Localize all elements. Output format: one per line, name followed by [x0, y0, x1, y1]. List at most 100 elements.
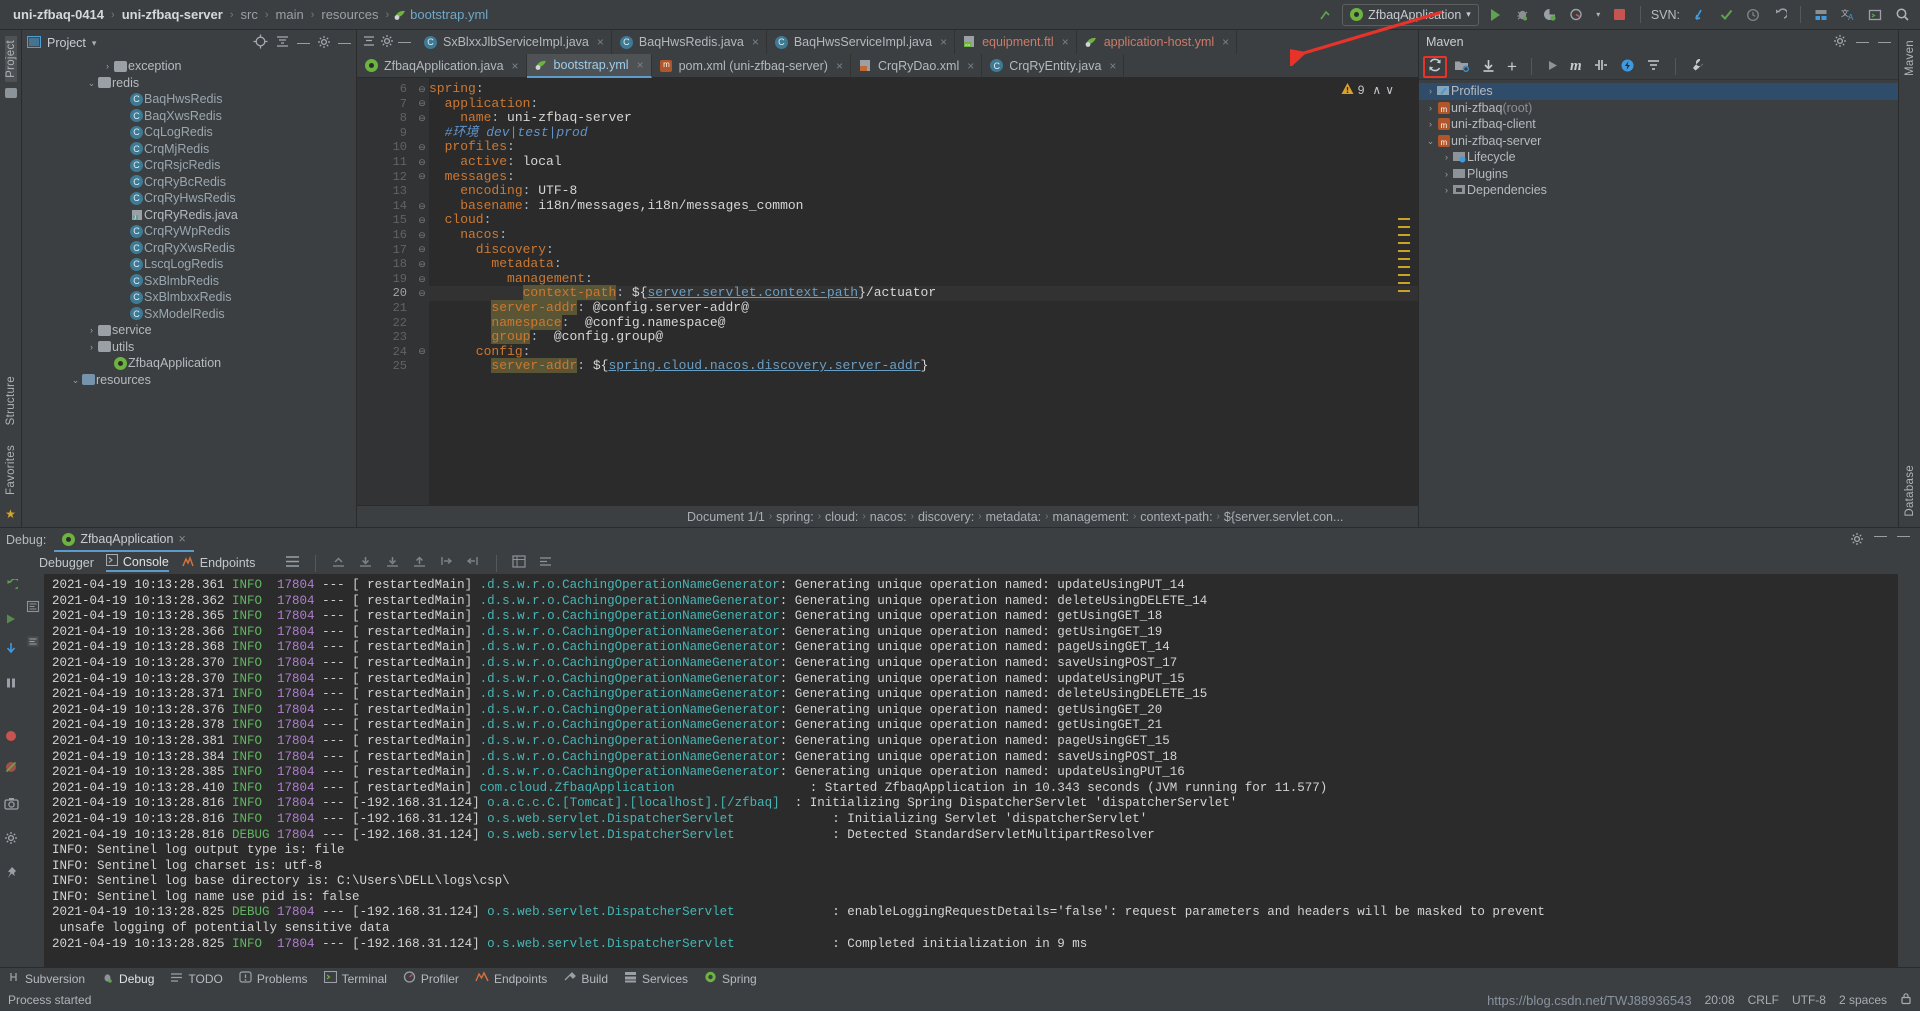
profile-icon[interactable]	[1567, 5, 1587, 25]
prev-warning-icon[interactable]: ∧	[1372, 83, 1381, 97]
fold-marker[interactable]	[415, 330, 429, 345]
tree-row[interactable]: C CrqRyWpRedis	[22, 223, 356, 240]
settings-icon[interactable]	[4, 831, 18, 848]
run-icon[interactable]	[1546, 59, 1559, 75]
project-file-tree[interactable]: › exception ⌄ redis C BaqHwsRedis C BaqXwsR…	[22, 56, 356, 527]
editor-tab[interactable]: CrqRyDao.xml ×	[851, 53, 983, 78]
tab-console[interactable]: Console	[105, 553, 169, 572]
fold-marker[interactable]: ⊖	[415, 111, 429, 126]
maven-tree-row[interactable]: › Dependencies	[1419, 182, 1898, 199]
bottom-bar-item-services[interactable]: Services	[624, 971, 688, 986]
next-warning-icon[interactable]: ∨	[1385, 83, 1394, 97]
maven-tree-row[interactable]: › Profiles	[1419, 83, 1898, 100]
breakpoints-icon[interactable]	[4, 729, 18, 746]
force-step-into-icon[interactable]	[412, 555, 427, 571]
settings-icon[interactable]	[1833, 34, 1847, 51]
download-sources-icon[interactable]	[1481, 58, 1496, 76]
tree-row[interactable]: C CrqRyXwsRedis	[22, 240, 356, 257]
bottom-bar-item-terminal[interactable]: Terminal	[323, 970, 387, 986]
rail-item-structure[interactable]: Structure	[5, 372, 17, 429]
tab-endpoints[interactable]: Endpoints	[181, 555, 255, 571]
fold-marker[interactable]	[415, 359, 429, 374]
execute-maven-goal-icon[interactable]: m	[1570, 58, 1582, 75]
expand-arrow[interactable]: ›	[86, 339, 97, 356]
collapse-all-icon[interactable]	[275, 34, 290, 52]
breadcrumb-item[interactable]: uni-zfbaq-0414	[10, 7, 107, 22]
status-indent[interactable]: 2 spaces	[1839, 993, 1887, 1007]
expand-arrow[interactable]: ›	[1441, 166, 1452, 183]
status-crumb[interactable]: metadata:	[986, 510, 1042, 524]
editor-tab[interactable]: pom.xml (uni-zfbaq-server) ×	[652, 53, 851, 78]
bottom-bar-item-debug[interactable]: Debug	[101, 971, 154, 987]
expand-arrow[interactable]: ›	[1425, 116, 1436, 133]
rail-item-favorites[interactable]: Favorites	[5, 441, 17, 499]
fold-marker[interactable]: ⊖	[415, 272, 429, 287]
code-folding-gutter[interactable]: ⊖ ⊖ ⊖ ⊖ ⊖ ⊖ ⊖ ⊖ ⊖ ⊖ ⊖ ⊖ ⊖ ⊖	[415, 78, 429, 505]
editor-marker-scrollbar[interactable]	[1398, 78, 1410, 505]
maven-tree-row[interactable]: › uni-zfbaq-client	[1419, 116, 1898, 135]
lock-icon[interactable]	[1900, 992, 1912, 1008]
expand-arrow[interactable]: ⌄	[86, 75, 97, 92]
run-configuration-selector[interactable]: ZfbaqApplication ▾	[1342, 3, 1479, 26]
locate-icon[interactable]	[253, 34, 268, 52]
tree-row[interactable]: C BaqXwsRedis	[22, 108, 356, 125]
editor-tab[interactable]: C BaqHwsRedis.java ×	[612, 30, 767, 54]
rail-item-maven[interactable]: Maven	[1904, 36, 1916, 80]
coverage-icon[interactable]	[1540, 5, 1560, 25]
step-into-icon[interactable]	[385, 555, 400, 571]
tree-row[interactable]: C CrqMjRedis	[22, 141, 356, 158]
bottom-bar-item-subversion[interactable]: Subversion	[8, 971, 85, 986]
tree-row[interactable]: C CrqRsjcRedis	[22, 157, 356, 174]
breadcrumb-item[interactable]: bootstrap.yml	[407, 7, 491, 22]
close-icon[interactable]: ×	[1062, 35, 1069, 49]
fold-marker[interactable]: ⊖	[415, 155, 429, 170]
translate-icon[interactable]: 文A	[1838, 5, 1858, 25]
bottom-bar-item-problems[interactable]: Problems	[239, 971, 308, 986]
tree-row[interactable]: C CqLogRedis	[22, 124, 356, 141]
step-over-icon[interactable]	[358, 555, 373, 571]
collapse-all-icon[interactable]	[1646, 58, 1661, 76]
tree-row[interactable]: C CrqRyHwsRedis	[22, 190, 356, 207]
status-crumb[interactable]: cloud:	[825, 510, 858, 524]
close-icon[interactable]: ×	[597, 35, 604, 49]
collapse-all-icon[interactable]	[362, 34, 376, 51]
breadcrumb-item[interactable]: uni-zfbaq-server	[119, 7, 226, 22]
fold-marker[interactable]: ⊖	[415, 228, 429, 243]
terminal-icon[interactable]	[1865, 5, 1885, 25]
tree-row[interactable]: C SxBlmbxxRedis	[22, 289, 356, 306]
console-scroll-end-icon[interactable]	[26, 600, 40, 616]
maven-tree-row[interactable]: › Lifecycle	[1419, 149, 1898, 166]
settings-icon[interactable]	[1850, 532, 1864, 549]
plus-icon[interactable]: +	[1507, 58, 1517, 75]
close-icon[interactable]: ×	[967, 59, 974, 73]
minimize-icon[interactable]: —	[297, 36, 310, 49]
status-crumb[interactable]: spring:	[776, 510, 814, 524]
maven-tree-row[interactable]: › uni-zfbaq (root)	[1419, 100, 1898, 119]
breadcrumb-item[interactable]: src	[238, 7, 261, 22]
tree-row[interactable]: › utils	[22, 339, 356, 356]
expand-arrow[interactable]: ⌄	[70, 372, 81, 389]
status-line-separator[interactable]: CRLF	[1748, 993, 1779, 1007]
svn-revert-icon[interactable]	[1770, 5, 1790, 25]
rail-item-project[interactable]: Project	[4, 36, 17, 82]
evaluate-icon[interactable]	[466, 555, 481, 571]
tree-row[interactable]: › service	[22, 322, 356, 339]
bottom-bar-item-profiler[interactable]: Profiler	[403, 971, 459, 986]
settings-wrench-icon[interactable]	[1690, 57, 1706, 76]
close-icon[interactable]: ×	[752, 35, 759, 49]
editor-tab[interactable]: application-host.yml ×	[1077, 30, 1238, 54]
maven-tree-row[interactable]: › Plugins	[1419, 166, 1898, 183]
close-icon[interactable]: ×	[512, 59, 519, 73]
tab-debugger[interactable]: Debugger	[34, 556, 94, 570]
step-down-icon[interactable]	[4, 641, 18, 658]
editor-tab[interactable]: <> equipment.ftl ×	[955, 30, 1077, 54]
pause-icon[interactable]	[4, 676, 18, 693]
close-icon[interactable]: ×	[178, 532, 185, 546]
svn-history-icon[interactable]	[1743, 5, 1763, 25]
tree-row[interactable]: C CrqRyBcRedis	[22, 174, 356, 191]
expand-arrow[interactable]: ⌄	[1425, 133, 1436, 150]
fold-marker[interactable]: ⊖	[415, 257, 429, 272]
tree-row[interactable]: C SxModelRedis	[22, 306, 356, 323]
svn-update-icon[interactable]	[1689, 5, 1709, 25]
breadcrumb-item[interactable]: resources	[318, 7, 381, 22]
